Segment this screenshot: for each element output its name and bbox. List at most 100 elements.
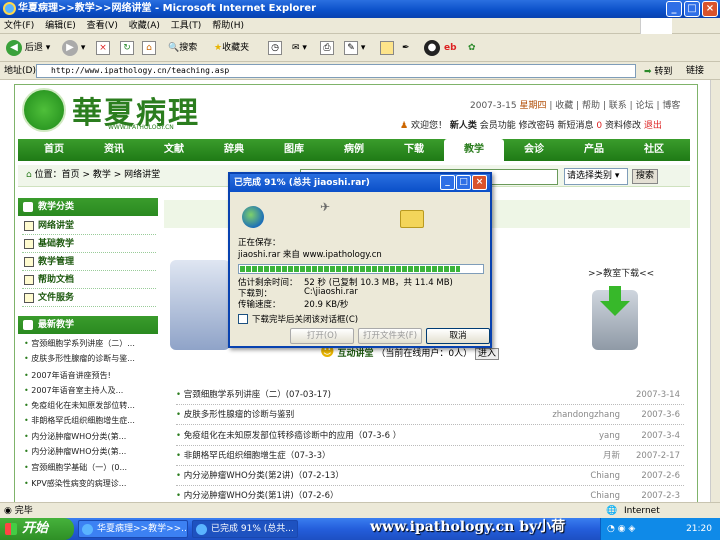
row-title[interactable]: 免疫组化在未知原发部位转移癌诊断中的应用（07-3-6 ）	[176, 426, 401, 446]
row-title[interactable]: 非朗格罕氏组织细胞增生症（07-3-3）	[176, 446, 331, 466]
dialog-close-button[interactable]: ×	[472, 175, 487, 190]
print-button[interactable]: ⎙	[320, 39, 334, 57]
table-row[interactable]: 免疫组化在未知原发部位转移癌诊断中的应用（07-3-6 ） yang 2007-3-…	[176, 426, 684, 446]
history-button[interactable]: ◷	[268, 39, 282, 57]
link-member[interactable]: 会员功能	[480, 121, 516, 131]
dialog-maximize-button[interactable]: □	[456, 175, 471, 190]
sidebar-item-basic[interactable]: 基础教学	[22, 236, 156, 253]
link-password[interactable]: 修改密码	[519, 121, 555, 131]
tray-icons[interactable]: ◔ ◉ ◈	[607, 524, 635, 534]
sidebar-item-lecture[interactable]: 网络讲堂	[22, 218, 156, 235]
row-author: Chiang	[590, 471, 620, 481]
discuss-button[interactable]: ✒	[402, 39, 410, 57]
menu-view[interactable]: 查看(V)	[87, 18, 118, 34]
latest-item[interactable]: KPV感染性病变的病理诊...	[24, 476, 158, 491]
close-when-done-checkbox[interactable]	[238, 314, 248, 324]
weekday: 星期四	[519, 101, 547, 111]
site-logo-icon[interactable]	[22, 88, 66, 132]
nav-teaching[interactable]: 教学	[444, 139, 504, 161]
open-folder-button[interactable]: 打开文件夹(F)	[358, 328, 422, 344]
link-help[interactable]: 帮助	[582, 101, 600, 111]
back-button[interactable]: ◀ 后退 ▾	[6, 39, 50, 57]
nav-products[interactable]: 产品	[564, 139, 624, 161]
link-messages[interactable]: 新短消息	[558, 121, 594, 131]
download-title: >>教室下载<<	[588, 269, 655, 279]
home-button[interactable]: ⌂	[142, 39, 156, 57]
rate-label: 传输速度：	[238, 300, 281, 310]
menu-edit[interactable]: 编辑(E)	[45, 18, 76, 34]
sidebar-item-manage[interactable]: 教学管理	[22, 254, 156, 271]
latest-item[interactable]: 非朗格罕氏组织细胞增生症...	[24, 413, 158, 428]
link-forum[interactable]: 论坛	[636, 101, 654, 111]
latest-item[interactable]: 内分泌肿瘤WHO分类(第...	[24, 444, 158, 459]
edit-button[interactable]: ✎ ▾	[344, 39, 365, 57]
category-select[interactable]: 请选择类别 ▾	[564, 168, 628, 185]
search-button[interactable]: 🔍搜索	[168, 39, 197, 57]
nav-news[interactable]: 资讯	[84, 139, 144, 161]
open-button[interactable]: 打开(O)	[290, 328, 354, 344]
task-ie-window[interactable]: 华夏病理>>教学>>...	[78, 520, 188, 538]
latest-item[interactable]: 内分泌肿瘤WHO分类(第...	[24, 429, 158, 444]
forward-button[interactable]: ▶ ▾	[62, 39, 85, 57]
table-row[interactable]: 内分泌肿瘤WHO分类(第1讲)（07-2-6） Chiang 2007-2-3	[176, 486, 684, 502]
row-title[interactable]: 内分泌肿瘤WHO分类(第2讲)（07-2-13）	[176, 466, 344, 486]
menu-favorites[interactable]: 收藏(A)	[129, 18, 160, 34]
messenger-button[interactable]	[380, 39, 394, 57]
link-favorite[interactable]: 收藏	[555, 101, 573, 111]
qq-button[interactable]: ●	[424, 39, 440, 57]
nav-community[interactable]: 社区	[624, 139, 684, 161]
enter-button[interactable]: 进入	[474, 348, 499, 360]
favorites-button[interactable]: ★收藏夹	[214, 39, 249, 57]
close-button[interactable]: ×	[702, 1, 718, 17]
sidebar-item-label: 教学管理	[38, 257, 75, 267]
row-title[interactable]: 宫颈细胞学系列讲座（二）(07-03-17)	[176, 385, 331, 405]
nav-consult[interactable]: 会诊	[504, 139, 564, 161]
table-row[interactable]: 皮肤多形性腺瘤的诊断与鉴别 zhandongzhang 2007-3-6	[176, 405, 684, 425]
msn-button[interactable]: ✿	[468, 39, 476, 57]
go-button[interactable]: ➡ 转到	[644, 63, 672, 81]
latest-item[interactable]: 2007年语音室主持人及...	[24, 383, 158, 398]
refresh-button[interactable]: ↻	[120, 39, 134, 57]
latest-item[interactable]: 免疫组化在未知原发部位转...	[24, 398, 158, 413]
mail-button[interactable]: ✉ ▾	[292, 39, 307, 57]
menu-tools[interactable]: 工具(T)	[171, 18, 202, 34]
vertical-scrollbar[interactable]	[710, 80, 720, 502]
nav-download[interactable]: 下载	[384, 139, 444, 161]
table-row[interactable]: 宫颈细胞学系列讲座（二）(07-03-17) 2007-3-14	[176, 385, 684, 405]
links-button[interactable]: 链接	[686, 62, 704, 80]
sidebar-item-help[interactable]: 帮助文档	[22, 272, 156, 289]
cancel-button[interactable]: 取消	[426, 328, 490, 344]
sidebar-item-files[interactable]: 文件服务	[22, 290, 156, 307]
row-title[interactable]: 内分泌肿瘤WHO分类(第1讲)（07-2-6）	[176, 486, 339, 502]
start-button[interactable]: 开始	[0, 518, 74, 540]
nav-literature[interactable]: 文献	[144, 139, 204, 161]
maximize-button[interactable]: □	[684, 1, 700, 17]
nav-gallery[interactable]: 图库	[264, 139, 324, 161]
nav-home[interactable]: 首页	[24, 139, 84, 161]
ebay-button[interactable]: eb	[444, 39, 457, 57]
menu-file[interactable]: 文件(F)	[4, 18, 34, 34]
link-profile[interactable]: 资料修改	[605, 121, 641, 131]
task-download-dialog[interactable]: 已完成 91% (总共...	[192, 520, 298, 538]
address-input[interactable]: http://www.ipathology.cn/teaching.asp	[36, 64, 636, 78]
link-blog[interactable]: 博客	[662, 101, 680, 111]
close-when-done-label[interactable]: 下载完毕后关闭该对话框(C)	[252, 313, 358, 325]
row-title[interactable]: 皮肤多形性腺瘤的诊断与鉴别	[176, 405, 295, 425]
nav-dictionary[interactable]: 辞典	[204, 139, 264, 161]
minimize-button[interactable]: _	[666, 1, 682, 17]
site-search-button[interactable]: 搜索	[632, 169, 658, 184]
latest-item[interactable]: 宫颈细胞学基础（一）(0...	[24, 460, 158, 475]
location-icon: ⌂	[26, 170, 32, 180]
link-logout[interactable]: 退出	[644, 121, 662, 131]
dialog-minimize-button[interactable]: _	[440, 175, 455, 190]
nav-cases[interactable]: 病例	[324, 139, 384, 161]
link-contact[interactable]: 联系	[609, 101, 627, 111]
latest-item[interactable]: 皮肤多形性腺瘤的诊断与鉴...	[24, 351, 158, 366]
latest-item[interactable]: 2007年语音讲座预告!	[24, 368, 158, 383]
table-row[interactable]: 非朗格罕氏组织细胞增生症（07-3-3） 月新 2007-2-17	[176, 446, 684, 466]
menu-help[interactable]: 帮助(H)	[212, 18, 244, 34]
stop-button[interactable]: ×	[96, 39, 110, 57]
latest-item[interactable]: 宫颈细胞学系列讲座（二）...	[24, 336, 158, 351]
page-done-icon: ◉	[4, 506, 12, 516]
table-row[interactable]: 内分泌肿瘤WHO分类(第2讲)（07-2-13） Chiang 2007-2-6	[176, 466, 684, 486]
